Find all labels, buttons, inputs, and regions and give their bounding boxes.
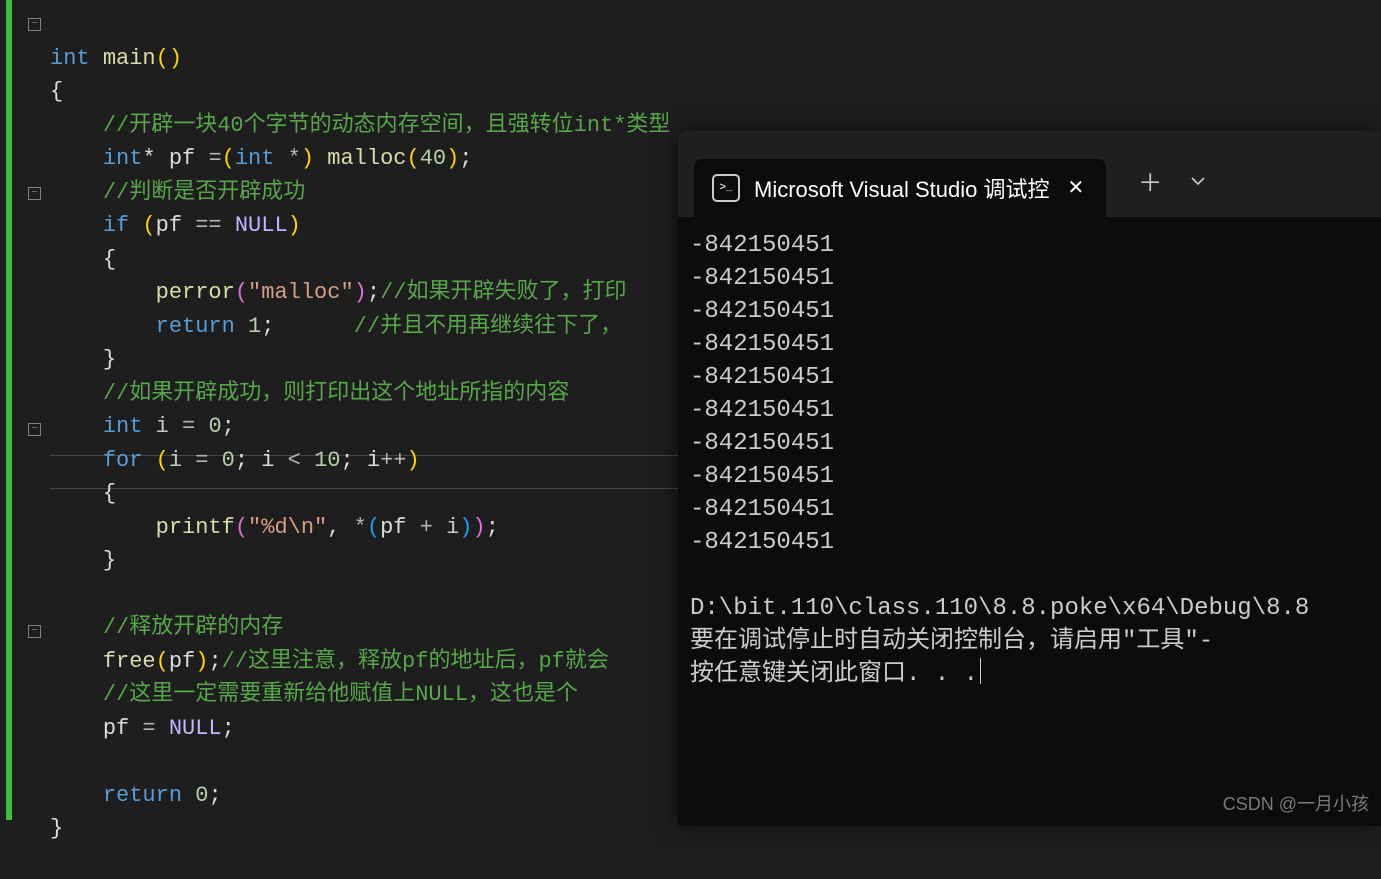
fold-toggle[interactable]: − — [28, 625, 41, 638]
fold-toggle[interactable]: − — [28, 423, 41, 436]
output-msg: 要在调试停止时自动关闭控制台，请启用"工具"- — [690, 628, 1213, 655]
tab-dropdown-button[interactable] — [1174, 157, 1222, 205]
output-line: -842150451 — [690, 463, 834, 490]
output-line: -842150451 — [690, 232, 834, 259]
keyword: int — [50, 46, 103, 71]
keyword: int — [103, 146, 143, 171]
terminal-tabbar: >_ Microsoft Visual Studio 调试控 ✕ ＋ — [678, 131, 1381, 217]
fold-toggle[interactable]: − — [28, 187, 41, 200]
paren: () — [156, 46, 182, 71]
output-line: -842150451 — [690, 331, 834, 358]
gutter: − − − − — [0, 0, 50, 826]
output-msg: 按任意键关闭此窗口. . . — [690, 661, 978, 688]
chevron-down-icon — [1190, 173, 1206, 189]
fold-toggle[interactable]: − — [28, 18, 41, 31]
output-line: -842150451 — [690, 397, 834, 424]
comment: //如果开辟成功，则打印出这个地址所指的内容 — [103, 381, 569, 406]
watermark: CSDN @一月小孩 — [1223, 790, 1369, 816]
terminal-window: >_ Microsoft Visual Studio 调试控 ✕ ＋ -8421… — [678, 131, 1381, 826]
terminal-app-icon: >_ — [712, 174, 740, 202]
comment: //判断是否开辟成功 — [103, 180, 305, 205]
output-line: -842150451 — [690, 496, 834, 523]
comment: //开辟一块40个字节的动态内存空间，且强转位int*类型 — [103, 113, 671, 138]
change-bar — [6, 0, 12, 820]
function-name: main — [103, 46, 156, 71]
output-path: D:\bit.110\class.110\8.8.poke\x64\Debug\… — [690, 595, 1309, 622]
new-tab-button[interactable]: ＋ — [1126, 157, 1174, 205]
close-icon[interactable]: ✕ — [1063, 171, 1088, 205]
terminal-tab-title: Microsoft Visual Studio 调试控 — [754, 172, 1049, 204]
code-editor: − − − − int main() { //开辟一块40个字节的动态内存空间，… — [0, 0, 1381, 826]
output-line: -842150451 — [690, 298, 834, 325]
output-line: -842150451 — [690, 364, 834, 391]
output-line: -842150451 — [690, 529, 834, 556]
comment: //这里一定需要重新给他赋值上NULL，这也是个 — [103, 682, 578, 707]
brace: { — [50, 79, 63, 104]
terminal-tab[interactable]: >_ Microsoft Visual Studio 调试控 ✕ — [694, 159, 1106, 217]
output-line: -842150451 — [690, 430, 834, 457]
terminal-output[interactable]: -842150451 -842150451 -842150451 -842150… — [690, 229, 1381, 826]
output-line: -842150451 — [690, 265, 834, 292]
cursor — [980, 658, 981, 684]
code-area[interactable]: int main() { //开辟一块40个字节的动态内存空间，且强转位int*… — [50, 8, 670, 879]
comment: //释放开辟的内存 — [103, 615, 283, 640]
